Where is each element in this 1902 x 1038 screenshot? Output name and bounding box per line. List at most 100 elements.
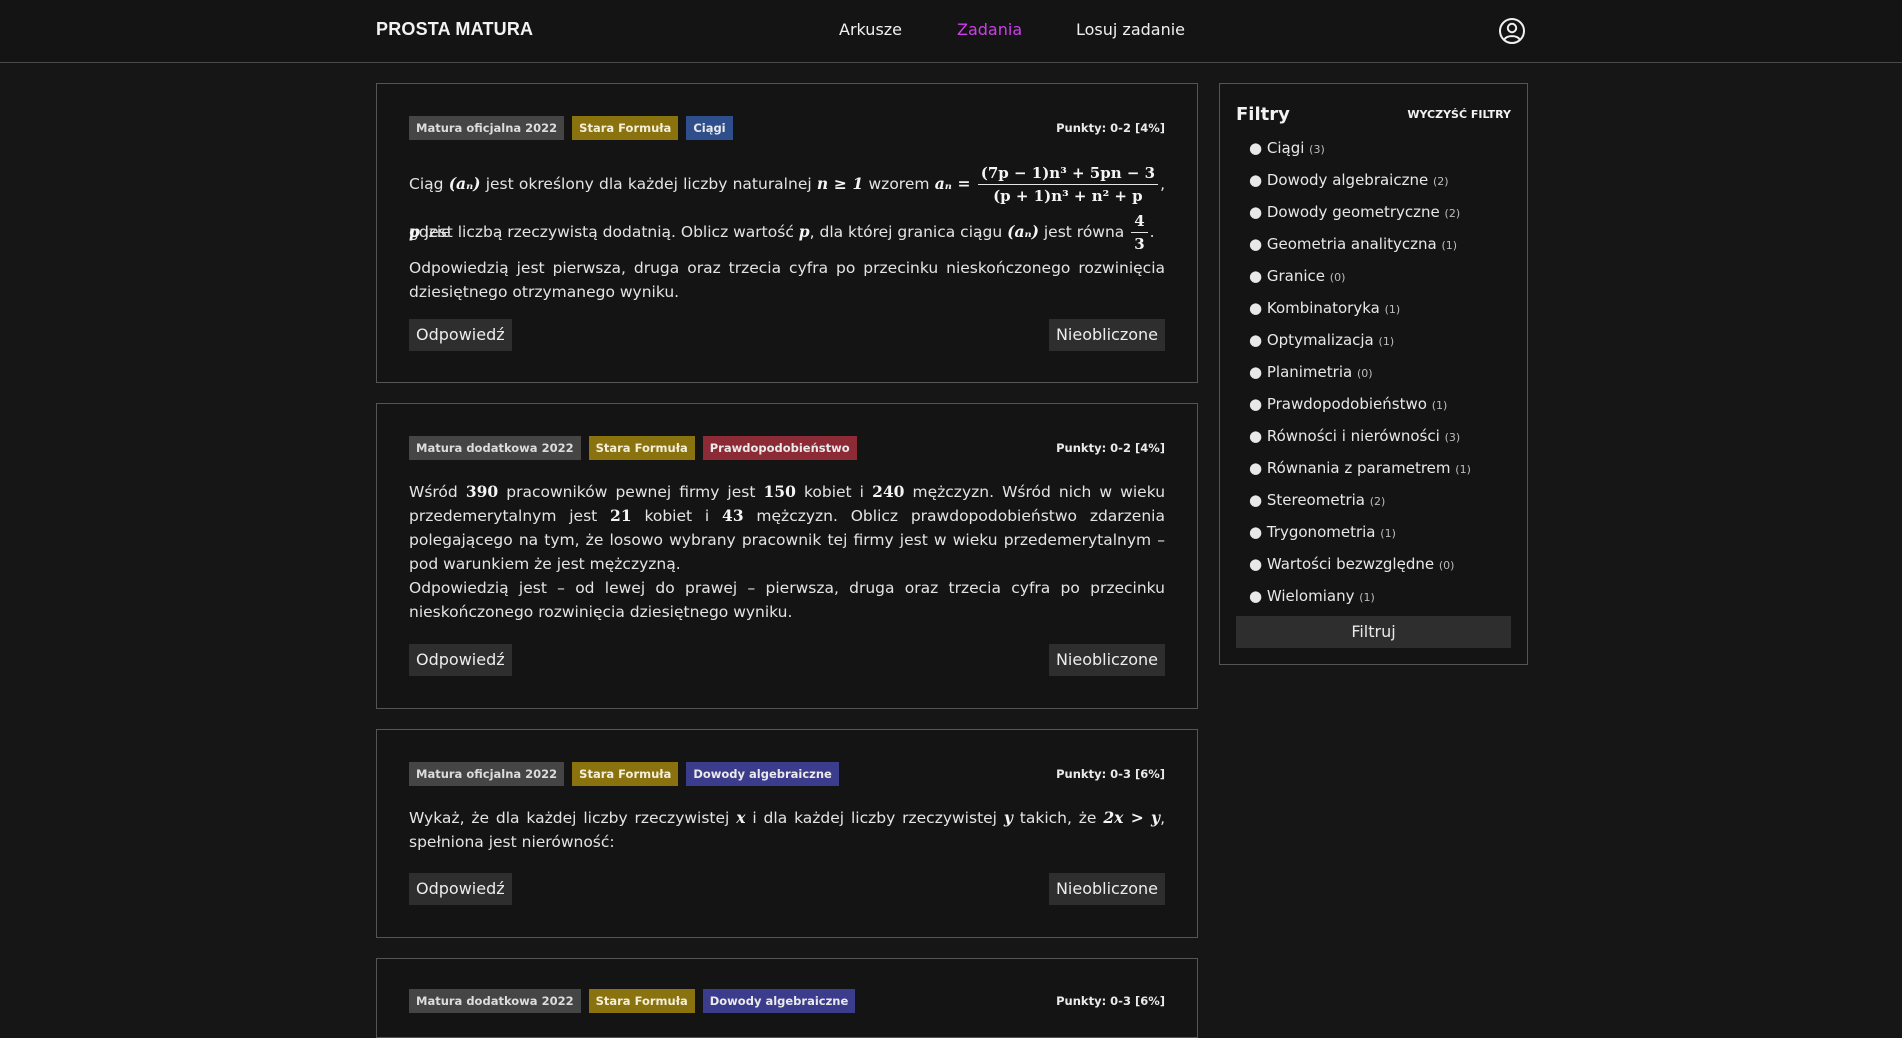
fraction-denominator: (p + 1)n³ + n² + p bbox=[993, 187, 1143, 205]
clear-filters-link[interactable]: WYCZYŚĆ FILTRY bbox=[1407, 108, 1511, 121]
filter-count: (1) bbox=[1380, 527, 1396, 540]
answer-button[interactable]: Odpowiedź bbox=[409, 319, 512, 351]
math-fraction: (7p − 1)n³ + 5pn − 3 (p + 1)n³ + n² + p bbox=[977, 162, 1159, 207]
user-circle-icon[interactable] bbox=[1498, 17, 1526, 45]
filter-count: (1) bbox=[1359, 591, 1375, 604]
math-expression: (aₙ) bbox=[448, 174, 481, 193]
filter-label: ● Kombinatoryka bbox=[1249, 299, 1380, 317]
filter-item[interactable]: ● Ciągi (3) bbox=[1249, 138, 1471, 170]
filter-count: (1) bbox=[1455, 463, 1471, 476]
filter-label: ● Równania z parametrem bbox=[1249, 459, 1451, 477]
filter-item[interactable]: ● Kombinatoryka (1) bbox=[1249, 298, 1471, 330]
math-expression: aₙ = bbox=[934, 174, 971, 193]
task-text: Ciąg bbox=[409, 175, 444, 193]
filter-item[interactable]: ● Wielomiany (1) bbox=[1249, 586, 1471, 618]
task-text: takich, że bbox=[1019, 809, 1097, 827]
filter-label: ● Wielomiany bbox=[1249, 587, 1355, 605]
task-tags: Matura dodatkowa 2022 Stara Formuła Praw… bbox=[409, 436, 857, 460]
filters-title: Filtry bbox=[1236, 104, 1290, 125]
tag-category[interactable]: Ciągi bbox=[686, 116, 733, 140]
filter-count: (3) bbox=[1444, 431, 1461, 444]
fraction-denominator: 3 bbox=[1134, 235, 1145, 253]
filter-count: (0) bbox=[1356, 367, 1373, 380]
status-button[interactable]: Nieobliczone bbox=[1048, 319, 1165, 351]
filter-list: ● Ciągi (3) ● Dowody algebraiczne (2) ● … bbox=[1249, 138, 1471, 618]
fraction-numerator: (7p − 1)n³ + 5pn − 3 bbox=[977, 162, 1159, 185]
filter-count: (1) bbox=[1384, 303, 1401, 316]
filter-item[interactable]: ● Dowody algebraiczne (2) bbox=[1249, 170, 1471, 202]
task-points: Punkty: 0-3 [6%] bbox=[1056, 994, 1165, 1008]
task-content: Wykaż, że dla każdej liczby rzeczywistej… bbox=[409, 806, 1165, 854]
task-points: Punkty: 0-2 [4%] bbox=[1056, 121, 1165, 135]
task-content: Wśród 390 pracowników pewnej firmy jest … bbox=[409, 480, 1165, 624]
filter-label: ● Trygonometria bbox=[1249, 523, 1376, 541]
task-text: Wykaż, że dla każdej liczby rzeczywistej bbox=[409, 809, 730, 827]
filter-item[interactable]: ● Stereometria (2) bbox=[1249, 490, 1471, 522]
filter-item[interactable]: ● Trygonometria (1) bbox=[1249, 522, 1471, 554]
tag-source[interactable]: Matura dodatkowa 2022 bbox=[409, 989, 581, 1013]
math-expression: y bbox=[1003, 808, 1013, 827]
task-card: Matura dodatkowa 2022 Stara Formuła Praw… bbox=[376, 403, 1198, 709]
math-fraction: 4 3 bbox=[1131, 210, 1148, 255]
filter-count: (1) bbox=[1431, 399, 1448, 412]
task-text: jest określony dla każdej liczby natural… bbox=[485, 175, 812, 193]
tag-formula[interactable]: Stara Formuła bbox=[572, 762, 679, 786]
task-points: Punkty: 0-2 [4%] bbox=[1056, 441, 1165, 455]
task-tags: Matura oficjalna 2022 Stara Formuła Dowo… bbox=[409, 762, 839, 786]
math-number: 150 bbox=[763, 482, 796, 501]
tag-formula[interactable]: Stara Formuła bbox=[572, 116, 679, 140]
top-navbar: PROSTA MATURA Arkusze Zadania Losuj zada… bbox=[0, 0, 1902, 63]
math-expression: n ≥ 1 bbox=[816, 174, 864, 193]
filter-button[interactable]: Filtruj bbox=[1236, 616, 1511, 648]
nav-arkusze[interactable]: Arkusze bbox=[839, 20, 902, 39]
nav-zadania[interactable]: Zadania bbox=[957, 20, 1022, 39]
answer-button[interactable]: Odpowiedź bbox=[409, 873, 512, 905]
task-text: jest równa bbox=[1043, 223, 1125, 241]
filters-panel: Filtry WYCZYŚĆ FILTRY ● Ciągi (3) ● Dowo… bbox=[1219, 83, 1528, 665]
task-tags: Matura oficjalna 2022 Stara Formuła Ciąg… bbox=[409, 116, 733, 140]
filter-count: (2) bbox=[1433, 175, 1449, 188]
task-text: i dla każdej liczby rzeczywistej bbox=[752, 809, 997, 827]
filter-item[interactable]: ● Równania z parametrem (1) bbox=[1249, 458, 1471, 490]
tag-category[interactable]: Prawdopodobieństwo bbox=[702, 436, 857, 460]
filter-item[interactable]: ● Planimetria (0) bbox=[1249, 362, 1471, 394]
status-button[interactable]: Nieobliczone bbox=[1048, 644, 1165, 676]
answer-button[interactable]: Odpowiedź bbox=[409, 644, 512, 676]
tag-source[interactable]: Matura oficjalna 2022 bbox=[409, 762, 565, 786]
status-button[interactable]: Nieobliczone bbox=[1048, 873, 1165, 905]
filter-count: (1) bbox=[1378, 335, 1395, 348]
tag-formula[interactable]: Stara Formuła bbox=[588, 989, 695, 1013]
filter-label: ● Geometria analityczna bbox=[1249, 235, 1437, 253]
math-expression: p bbox=[409, 222, 420, 241]
task-text: . bbox=[1149, 223, 1155, 241]
filter-label: ● Optymalizacja bbox=[1249, 331, 1374, 349]
filter-item[interactable]: ● Optymalizacja (1) bbox=[1249, 330, 1471, 362]
task-text: , dla której granica ciągu bbox=[809, 223, 1003, 241]
task-card: Matura dodatkowa 2022 Stara Formuła Dowo… bbox=[376, 958, 1198, 1038]
filter-item[interactable]: ● Dowody geometryczne (2) bbox=[1249, 202, 1471, 234]
task-text: jest liczbą rzeczywistą dodatnią. Oblicz… bbox=[424, 223, 794, 241]
tag-category[interactable]: Dowody algebraiczne bbox=[686, 762, 839, 786]
tag-source[interactable]: Matura oficjalna 2022 bbox=[409, 116, 565, 140]
tag-formula[interactable]: Stara Formuła bbox=[588, 436, 695, 460]
math-number: 390 bbox=[465, 482, 499, 501]
filter-label: ● Wartości bezwzględne bbox=[1249, 555, 1435, 573]
filter-label: ● Dowody geometryczne bbox=[1249, 203, 1440, 221]
task-content: Ciąg (aₙ) jest określony dla każdej licz… bbox=[409, 160, 1165, 304]
brand-logo[interactable]: PROSTA MATURA bbox=[376, 19, 533, 40]
filter-item[interactable]: ● Granice (0) bbox=[1249, 266, 1471, 298]
filter-item[interactable]: ● Wartości bezwzględne (0) bbox=[1249, 554, 1471, 586]
tag-category[interactable]: Dowody algebraiczne bbox=[702, 989, 856, 1013]
filter-label: ● Dowody algebraiczne bbox=[1249, 171, 1429, 189]
math-number: 43 bbox=[722, 506, 744, 525]
filter-count: (0) bbox=[1329, 271, 1346, 284]
nav-losuj-zadanie[interactable]: Losuj zadanie bbox=[1076, 20, 1185, 39]
filter-item[interactable]: ● Równości i nierówności (3) bbox=[1249, 426, 1471, 458]
filter-label: ● Granice bbox=[1249, 267, 1325, 285]
filter-label: ● Równości i nierówności bbox=[1249, 427, 1440, 445]
filter-item[interactable]: ● Geometria analityczna (1) bbox=[1249, 234, 1471, 266]
filter-item[interactable]: ● Prawdopodobieństwo (1) bbox=[1249, 394, 1471, 426]
task-text: kobiet i bbox=[644, 507, 710, 525]
tag-source[interactable]: Matura dodatkowa 2022 bbox=[409, 436, 581, 460]
math-number: 240 bbox=[872, 482, 905, 501]
